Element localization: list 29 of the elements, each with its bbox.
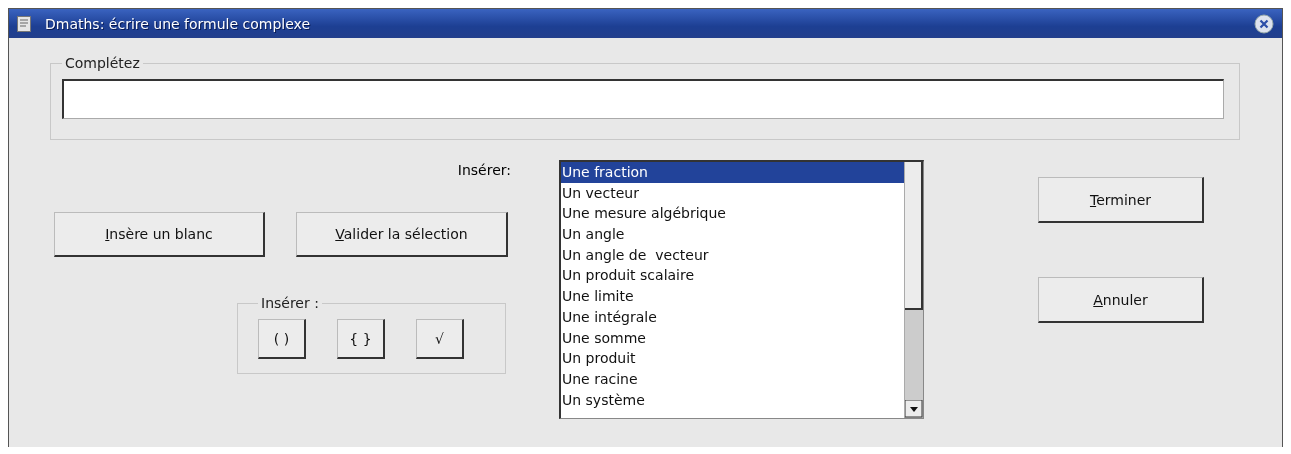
validate-button[interactable]: Valider la sélection xyxy=(296,212,508,257)
finish-button[interactable]: Terminer xyxy=(1038,177,1204,223)
list-item[interactable]: Une fraction xyxy=(561,162,904,183)
group-legend: Insérer : xyxy=(258,295,322,311)
insert-label: Insérer: xyxy=(457,162,511,178)
close-icon[interactable] xyxy=(1254,13,1274,34)
insert-blank-button[interactable]: Insère un blanc xyxy=(54,212,265,257)
list-item[interactable]: Un produit xyxy=(561,348,904,369)
document-icon xyxy=(17,15,31,32)
list-item[interactable]: Un angle de vecteur xyxy=(561,244,904,266)
list-item[interactable]: Un produit scalaire xyxy=(561,265,904,287)
symbol-button[interactable]: { } xyxy=(337,319,385,359)
cancel-button[interactable]: Annuler xyxy=(1038,277,1204,323)
formula-list[interactable]: Une fraction Un vecteur Une mesure algébrique Un angle Un angle de vecteur Un produit scalaire Une limite Une intégrale Une somme Un produit Une racine Un système xyxy=(559,160,924,419)
list-item[interactable]: Une somme xyxy=(561,327,904,349)
symbol-button[interactable]: ( ) xyxy=(258,319,306,359)
down-arrow-icon[interactable] xyxy=(905,400,923,418)
list-item[interactable]: Une limite xyxy=(561,286,904,307)
list-item[interactable]: Un vecteur xyxy=(561,182,904,204)
list-item[interactable]: Une intégrale xyxy=(561,306,904,328)
list-item[interactable]: Une racine xyxy=(561,368,904,390)
scrollbar[interactable] xyxy=(904,162,923,418)
group-legend: Complétez xyxy=(62,55,143,71)
list-item[interactable]: Une mesure algébrique xyxy=(561,203,904,225)
window-title: Dmaths: écrire une formule complexe xyxy=(45,15,312,32)
formula-input[interactable] xyxy=(62,79,1224,119)
symbol-button[interactable]: √ xyxy=(416,319,464,359)
list-item[interactable]: Un système xyxy=(561,389,904,411)
list-item[interactable]: Un angle xyxy=(561,224,904,245)
